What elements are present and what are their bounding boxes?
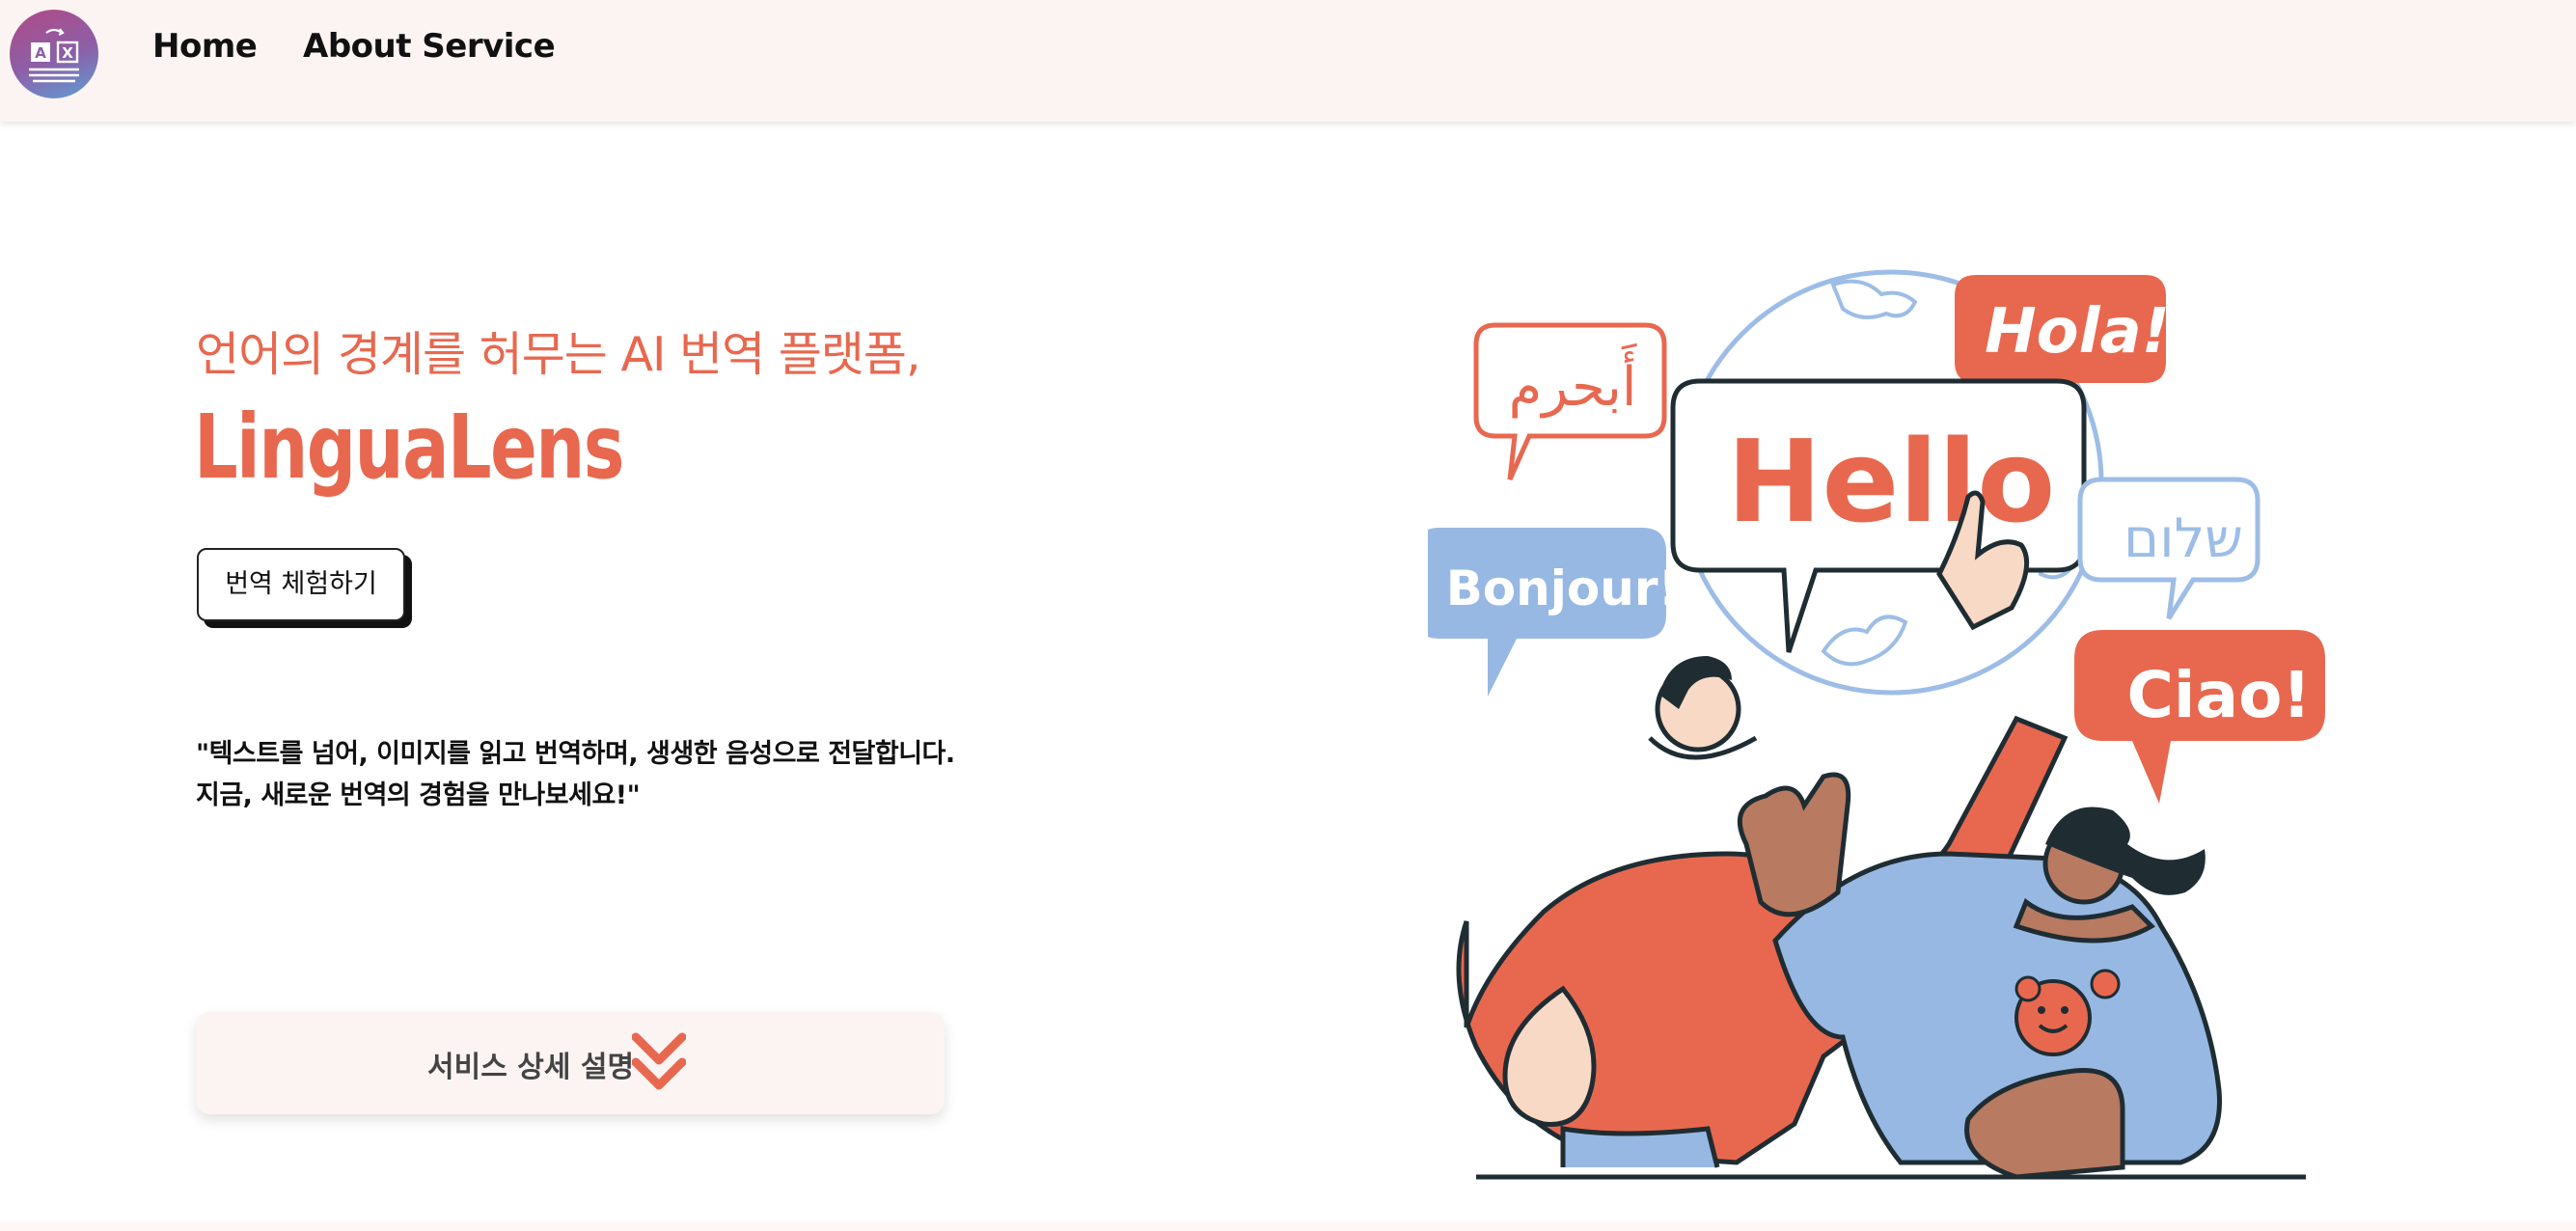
greeting-english: Hello (1727, 415, 2056, 548)
hero-quote-line-2: 지금, 새로운 번역의 경험을 만나보세요!" (196, 780, 641, 810)
service-detail-button[interactable]: 서비스 상세 설명 (196, 1012, 945, 1114)
greeting-spanish: Hola! (1985, 296, 2170, 368)
greeting-people-illustration: أَبحرم Hola! Hello שלום Bonjour! Ciao! (1428, 269, 2325, 1180)
hero-quote-line-1: "텍스트를 넘어, 이미지를 읽고 번역하며, 생생한 음성으로 전달합니다. (196, 739, 955, 769)
try-translation-button[interactable]: 번역 체험하기 (197, 548, 405, 621)
logo-letter-x: X (62, 44, 73, 62)
nav-about-service-link[interactable]: About Service (303, 27, 556, 66)
arabic-speech-bubble: أَبحرم (1473, 322, 1667, 481)
logo-letter-a: A (35, 44, 46, 62)
italian-speech-bubble: Ciao! (2074, 630, 2325, 804)
greeting-hebrew: שלום (2124, 507, 2243, 570)
hebrew-speech-bubble: שלום (2077, 477, 2261, 620)
hero-tagline: 언어의 경계를 허무는 AI 번역 플랫폼, (196, 327, 921, 382)
brand-title: LinguaLens (194, 396, 624, 499)
greeting-italian: Ciao! (2126, 658, 2311, 732)
translate-icon: A X (29, 28, 79, 83)
top-navigation-bar: A X Home About Service (0, 0, 2576, 122)
logo[interactable]: A X (10, 10, 98, 98)
hero-quote: "텍스트를 넘어, 이미지를 읽고 번역하며, 생생한 음성으로 전달합니다. … (196, 733, 955, 816)
nav-home-link[interactable]: Home (152, 27, 258, 66)
double-chevron-down-icon (632, 1032, 686, 1090)
service-detail-label: 서비스 상세 설명 (427, 1051, 635, 1084)
page-bottom-edge (0, 1221, 2576, 1231)
french-speech-bubble: Bonjour! (1428, 528, 1680, 697)
greeting-french: Bonjour! (1446, 561, 1681, 616)
